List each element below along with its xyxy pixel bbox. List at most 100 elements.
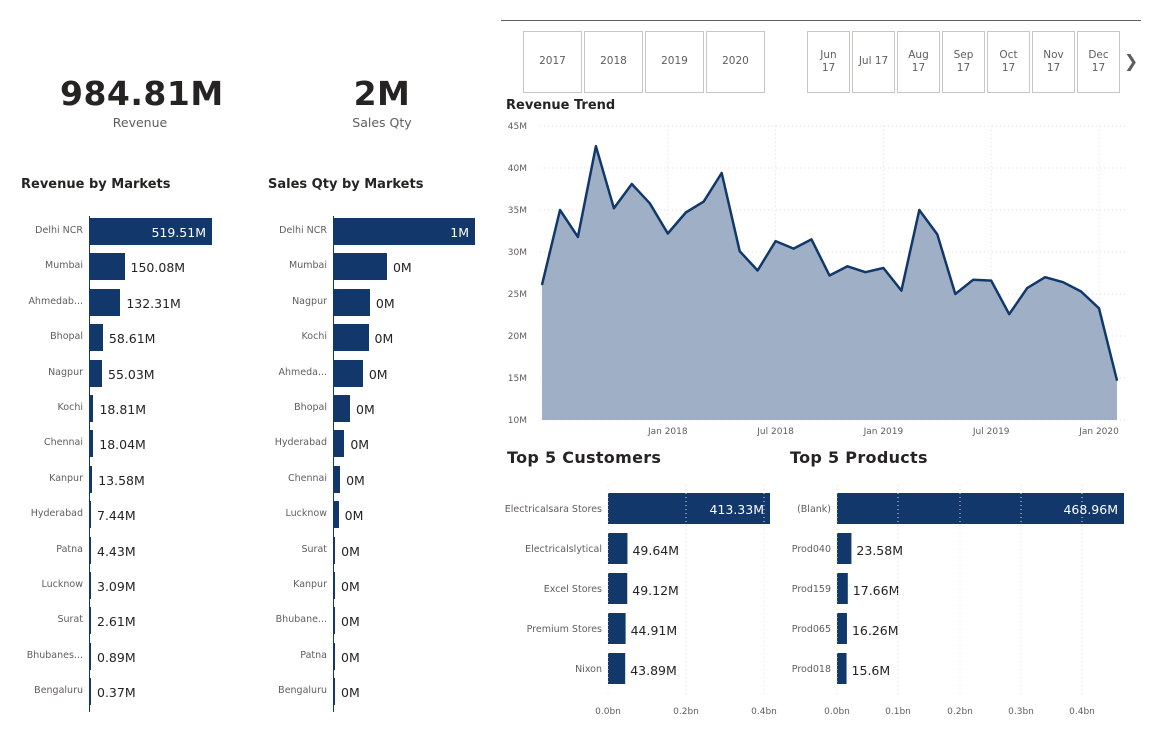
- bar-row[interactable]: Bhopal 58.61M: [0, 324, 240, 359]
- bar-value-label: 0M: [392, 260, 412, 276]
- bar-category-label: Prod065: [792, 624, 831, 635]
- revenue-point: [990, 279, 992, 282]
- revenue-point: [900, 290, 902, 292]
- bar-category-label: Kochi: [301, 331, 327, 343]
- bar: [608, 653, 626, 684]
- slicer-option[interactable]: 2017: [523, 31, 582, 93]
- revenue-point: [918, 209, 920, 211]
- revenue-point: [1080, 290, 1082, 293]
- revenue-point: [577, 236, 579, 238]
- bar-row[interactable]: Bengaluru 0.37M: [0, 678, 240, 713]
- bar-value-label: 0M: [344, 508, 364, 524]
- bar[interactable]: [333, 288, 370, 316]
- bar-row[interactable]: Surat 2.61M: [0, 607, 240, 642]
- bar: [837, 533, 852, 564]
- chevron-right-icon[interactable]: ❯: [1124, 52, 1138, 72]
- bar-value-label: 17.66M: [853, 583, 900, 598]
- bar[interactable]: [333, 642, 335, 670]
- bar-value-label: 132.31M: [126, 295, 181, 311]
- slicer-option[interactable]: Sep 17: [942, 31, 985, 93]
- slicer-option[interactable]: Jul 17: [852, 31, 895, 93]
- revenue-point: [613, 207, 615, 209]
- bar[interactable]: [333, 359, 363, 387]
- bar[interactable]: [89, 465, 93, 493]
- x-tick-label: Jul 2018: [756, 427, 794, 437]
- bar-row[interactable]: Mumbai 150.08M: [0, 253, 240, 288]
- slicer-option[interactable]: Nov 17: [1032, 31, 1075, 93]
- revenue-point: [1026, 287, 1028, 289]
- bar[interactable]: [333, 430, 345, 458]
- bar-row[interactable]: Bhopal 0M: [248, 395, 478, 430]
- slicer-option[interactable]: Jun 17: [807, 31, 850, 93]
- bar-value-label: 0M: [341, 614, 360, 630]
- x-tick-label: 0.0bn: [595, 707, 621, 717]
- bar[interactable]: [89, 536, 91, 564]
- bar[interactable]: [89, 501, 91, 529]
- bar-value-label: 0M: [341, 685, 360, 701]
- bar-row[interactable]: Patna 0M: [248, 642, 478, 678]
- bar-row[interactable]: Mumbai 0M: [248, 253, 478, 288]
- bar[interactable]: [89, 288, 121, 316]
- bar[interactable]: [333, 465, 341, 493]
- bar[interactable]: [89, 642, 91, 670]
- bar-row[interactable]: Kochi 0M: [248, 324, 478, 359]
- bar[interactable]: [89, 430, 94, 458]
- bar-row[interactable]: Ahmedab... 132.31M: [0, 288, 240, 324]
- bar-category-label: Hyderabad: [274, 437, 327, 449]
- revenue-by-markets-chart[interactable]: Delhi NCR 519.51M Mumbai 150.08M Ahmedab... 1…: [0, 216, 240, 713]
- bar[interactable]: [333, 253, 387, 281]
- bar[interactable]: [89, 572, 91, 599]
- bar[interactable]: [333, 572, 335, 599]
- revenue-trend-chart[interactable]: 10M 15M 20M 25M 30M 35M 40M 45M Jan 2018 Jul 2018…: [500, 112, 1140, 452]
- bar[interactable]: [89, 607, 91, 635]
- bar-row[interactable]: Bhubane... 0M: [248, 607, 478, 642]
- y-tick-label: 10M: [508, 416, 527, 426]
- bar[interactable]: [89, 253, 125, 281]
- bar[interactable]: [333, 678, 335, 706]
- sales-qty-by-markets-chart[interactable]: Delhi NCR 1M Mumbai 0M Nagpur 0M Kochi 0M Ahmeda…: [248, 216, 478, 713]
- bar-row[interactable]: Delhi NCR 519.51M: [0, 218, 240, 253]
- bar[interactable]: [333, 501, 339, 529]
- x-tick-label: Jan 2020: [1078, 427, 1119, 437]
- bar-row[interactable]: Kanpur 0M: [248, 572, 478, 607]
- top-customers-chart[interactable]: Electricalsara Stores 413.33M Electricalsl…: [500, 480, 780, 720]
- bar[interactable]: [89, 678, 91, 706]
- bar-category-label: Ahmedab...: [28, 295, 83, 307]
- slicer-option[interactable]: Aug 17: [897, 31, 940, 93]
- bar-row[interactable]: Kanpur 13.58M: [0, 465, 240, 501]
- bar[interactable]: [333, 607, 335, 635]
- slicer-option[interactable]: 2020: [706, 31, 765, 93]
- bar[interactable]: [333, 395, 351, 422]
- bar-row[interactable]: Nagpur 55.03M: [0, 359, 240, 395]
- bar-category-label: Bhopal: [50, 331, 83, 343]
- bar-row[interactable]: Chennai 0M: [248, 465, 478, 501]
- bar-row[interactable]: Lucknow 3.09M: [0, 572, 240, 607]
- bar-category-label: Prod018: [792, 664, 831, 675]
- slicer-option[interactable]: 2018: [584, 31, 643, 93]
- bar-row[interactable]: Bengaluru 0M: [248, 678, 478, 713]
- x-tick-label: 0.0bn: [824, 707, 850, 717]
- bar[interactable]: [89, 395, 94, 422]
- top-products-chart[interactable]: (Blank) 468.96M Prod040 23.58M Prod159 17.66M…: [785, 480, 1135, 720]
- bar-row[interactable]: Lucknow 0M: [248, 501, 478, 536]
- bar-row[interactable]: Nagpur 0M: [248, 288, 478, 324]
- bar[interactable]: [333, 536, 336, 564]
- bar-row[interactable]: Bhubanes... 0.89M: [0, 642, 240, 678]
- bar-category-label: Kanpur: [49, 472, 83, 484]
- bar-row[interactable]: Hyderabad 7.44M: [0, 501, 240, 536]
- slicer-option[interactable]: 2019: [645, 31, 704, 93]
- bar[interactable]: [333, 324, 369, 352]
- slicer-option[interactable]: Oct 17: [987, 31, 1030, 93]
- bar-row[interactable]: Patna 4.43M: [0, 536, 240, 572]
- bar-row[interactable]: Ahmeda... 0M: [248, 359, 478, 395]
- bar[interactable]: [89, 359, 103, 387]
- bar-row[interactable]: Chennai 18.04M: [0, 430, 240, 465]
- bar-category-label: Delhi NCR: [35, 225, 83, 236]
- bar-row[interactable]: Kochi 18.81M: [0, 395, 240, 430]
- bar-row[interactable]: Hyderabad 0M: [248, 430, 478, 465]
- bar-row[interactable]: Delhi NCR 1M: [248, 218, 478, 253]
- slicer-option[interactable]: Dec 17: [1077, 31, 1120, 93]
- bar-category-label: Ahmeda...: [278, 366, 327, 378]
- bar-row[interactable]: Surat 0M: [248, 536, 478, 572]
- bar[interactable]: [89, 324, 103, 352]
